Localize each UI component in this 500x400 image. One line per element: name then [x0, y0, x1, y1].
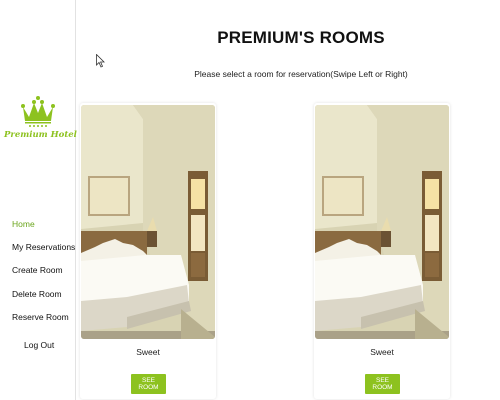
mouse-cursor-icon	[96, 54, 105, 68]
crown-icon	[21, 96, 55, 127]
sidebar-item-create-room[interactable]: Create Room	[12, 265, 63, 275]
brand-name: Premium Hotel	[4, 130, 77, 140]
sidebar-item-reserve-room[interactable]: Reserve Room	[12, 312, 69, 322]
sidebar-item-my-reservations[interactable]: My Reservations	[12, 242, 75, 252]
see-room-button[interactable]: SEE ROOM	[131, 374, 166, 394]
sidebar-item-home[interactable]: Home	[12, 219, 35, 229]
main-content: PREMIUM'S ROOMS Please select a room for…	[76, 0, 500, 400]
page-title: PREMIUM'S ROOMS	[217, 28, 385, 47]
room-card[interactable]: Sweet SEE ROOM	[80, 103, 216, 399]
brand-logo[interactable]: Premium Hotel	[4, 95, 77, 147]
sidebar: Premium Hotel Home My Reservations Creat…	[0, 0, 77, 400]
see-room-button[interactable]: SEE ROOM	[365, 374, 400, 394]
room-photo[interactable]	[315, 105, 449, 339]
room-card[interactable]: Sweet SEE ROOM	[314, 103, 450, 399]
room-name: Sweet	[136, 347, 160, 357]
room-name: Sweet	[370, 347, 394, 357]
page-subtitle: Please select a room for reservation(Swi…	[194, 69, 408, 79]
logout-button[interactable]: Log Out	[24, 340, 54, 350]
room-photo[interactable]	[81, 105, 215, 339]
sidebar-item-delete-room[interactable]: Delete Room	[12, 289, 62, 299]
